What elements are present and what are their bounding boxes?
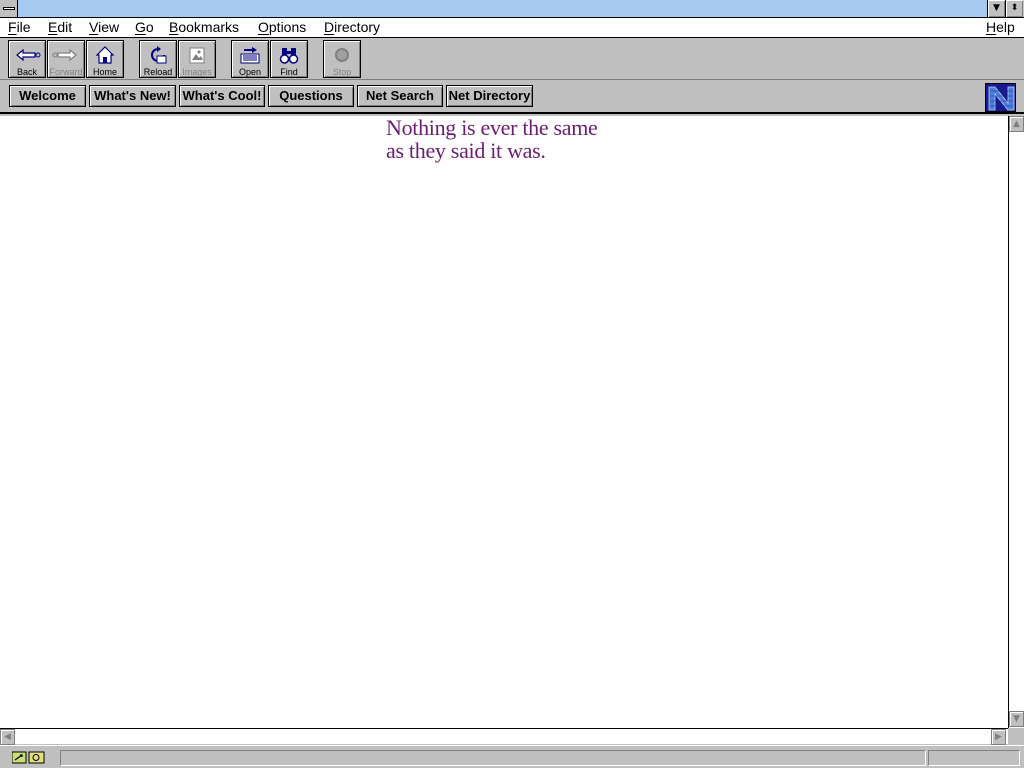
open-label: Open <box>238 67 262 77</box>
open-location-icon <box>240 47 260 64</box>
scroll-down-icon[interactable]: ▼ <box>1009 711 1024 727</box>
quote-text: Nothing is ever the same as they said it… <box>386 116 598 162</box>
whats-new-button[interactable]: What's New! <box>89 85 176 107</box>
menu-edit[interactable]: Edit <box>48 19 72 36</box>
system-menu-button[interactable] <box>0 0 18 17</box>
progress-field <box>928 750 1020 766</box>
quote-line-1: Nothing is ever the same <box>386 115 598 140</box>
status-message-field <box>60 750 926 766</box>
scroll-up-icon[interactable]: ▲ <box>1009 116 1024 132</box>
forward-label: Forward <box>49 67 83 77</box>
images-icon <box>189 47 205 64</box>
open-button[interactable]: Open <box>231 40 269 78</box>
reload-icon <box>151 46 167 64</box>
vertical-scrollbar[interactable]: ▲ ▼ <box>1008 116 1024 728</box>
find-label: Find <box>280 67 298 77</box>
menu-directory[interactable]: Directory <box>324 19 380 36</box>
menu-options[interactable]: Options <box>258 19 306 36</box>
system-menu-icon <box>3 7 15 10</box>
forward-arrow-icon <box>52 48 77 62</box>
security-key-icon <box>12 751 45 764</box>
home-label: Home <box>92 67 117 77</box>
net-directory-button[interactable]: Net Directory <box>446 85 533 107</box>
whats-cool-button[interactable]: What's Cool! <box>179 85 265 107</box>
back-button[interactable]: Back <box>8 40 46 78</box>
scroll-right-icon[interactable]: ▶ <box>991 729 1006 745</box>
horizontal-scrollbar[interactable]: ◀ ▶ <box>0 728 1008 745</box>
stop-label: Stop <box>332 67 352 77</box>
quote-line-2: as they said it was. <box>386 138 546 163</box>
images-label: Images <box>182 67 212 77</box>
reload-button[interactable]: Reload <box>139 40 177 78</box>
page-content: Nothing is ever the same as they said it… <box>0 116 1008 728</box>
stop-icon <box>335 48 349 62</box>
reload-label: Reload <box>143 67 173 77</box>
menu-go[interactable]: Go <box>135 19 154 36</box>
net-search-button[interactable]: Net Search <box>357 85 443 107</box>
directory-buttons-bar: Welcome What's New! What's Cool! Questio… <box>0 81 1024 114</box>
navigation-toolbar: Back Forward Home Reload Images Open Fin… <box>0 38 1024 80</box>
questions-button[interactable]: Questions <box>268 85 354 107</box>
find-button[interactable]: Find <box>270 40 308 78</box>
menu-help[interactable]: Help <box>986 19 1015 36</box>
netscape-logo-icon <box>985 83 1016 112</box>
menu-bookmarks[interactable]: Bookmarks <box>169 19 239 36</box>
menu-file[interactable]: File <box>8 19 31 36</box>
scrollbar-corner <box>1008 728 1024 744</box>
back-label: Back <box>16 67 37 77</box>
menu-bar: File Edit View Go Bookmarks Options Dire… <box>0 18 1024 38</box>
title-bar: ▼ ⬍ <box>0 0 1024 18</box>
restore-button[interactable]: ⬍ <box>1005 0 1023 17</box>
scroll-left-icon[interactable]: ◀ <box>0 729 15 745</box>
home-icon <box>95 46 115 64</box>
images-button[interactable]: Images <box>178 40 216 78</box>
back-arrow-icon <box>16 48 41 62</box>
minimize-button[interactable]: ▼ <box>987 0 1005 17</box>
status-bar <box>0 745 1024 768</box>
forward-button[interactable]: Forward <box>47 40 85 78</box>
stop-button[interactable]: Stop <box>323 40 361 78</box>
home-button[interactable]: Home <box>86 40 124 78</box>
welcome-button[interactable]: Welcome <box>9 85 86 107</box>
binoculars-icon <box>279 48 299 64</box>
menu-view[interactable]: View <box>89 19 119 36</box>
